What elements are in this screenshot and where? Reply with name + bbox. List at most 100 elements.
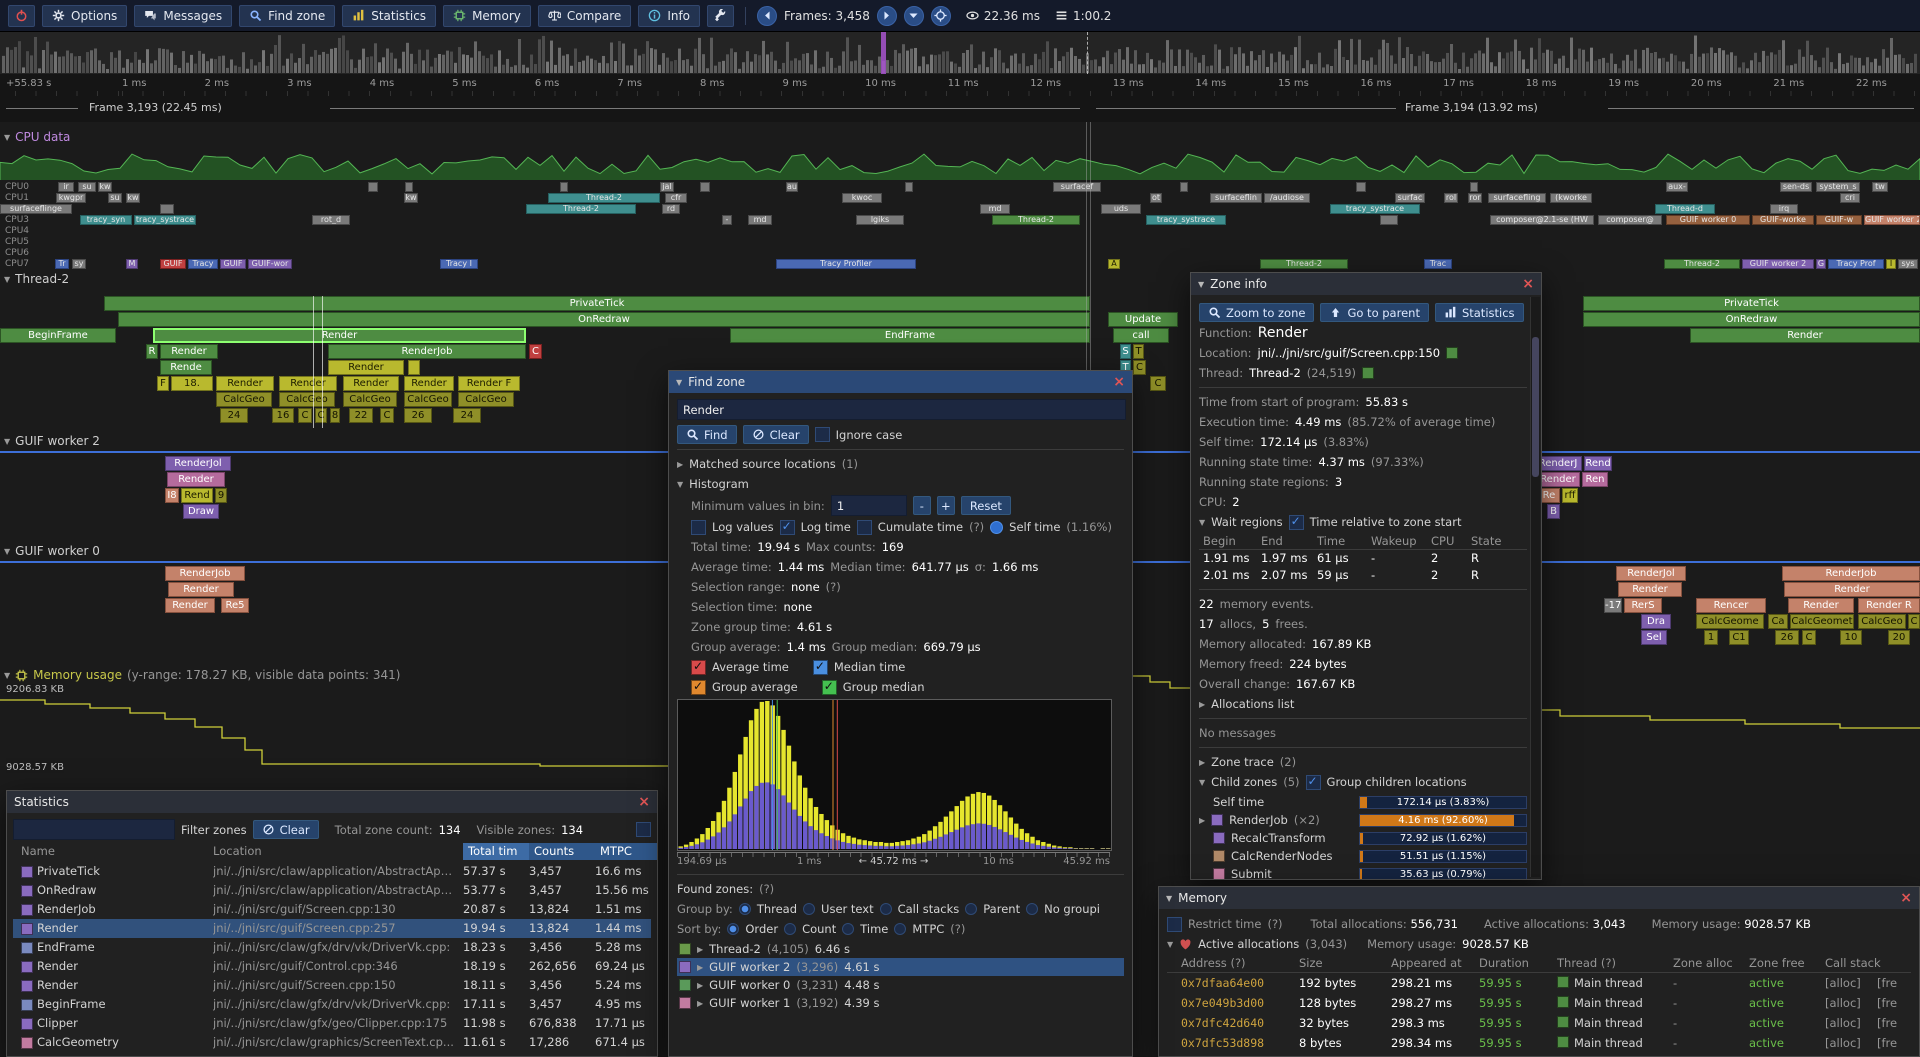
column-header-appeared-at[interactable]: Appeared at bbox=[1391, 955, 1462, 972]
median-time-checkbox[interactable] bbox=[813, 660, 828, 675]
column-header-call-stack[interactable]: Call stack bbox=[1825, 955, 1881, 972]
frame-marker[interactable] bbox=[881, 32, 886, 74]
frame-label-3194[interactable]: Frame 3,194 (13.92 ms) bbox=[1398, 101, 1545, 114]
next-frame-button[interactable] bbox=[877, 6, 897, 26]
table-row[interactable]: Renderjni/../jni/src/guif/Screen.cpp:150… bbox=[13, 976, 651, 995]
allocation-row[interactable]: 0x7dfc53d8988 bytes298.34 ms59.95 sMain … bbox=[1167, 1033, 1911, 1053]
histogram-chart[interactable] bbox=[677, 699, 1112, 851]
group-by-thread-radio[interactable] bbox=[739, 903, 751, 915]
free-callstack-link[interactable]: [fre bbox=[1877, 1013, 1897, 1033]
table-row[interactable]: Renderjni/../jni/src/guif/Screen.cpp:257… bbox=[13, 919, 651, 938]
table-row[interactable]: Clipperjni/../jni/src/claw/gfx/geo/Clipp… bbox=[13, 1014, 651, 1033]
sort-by-count-radio[interactable] bbox=[784, 923, 796, 935]
collapse-icon[interactable]: ▼ bbox=[1166, 894, 1172, 903]
table-row[interactable]: Renderjni/../jni/src/guif/Control.cpp:34… bbox=[13, 957, 651, 976]
find-zone-search-input[interactable] bbox=[677, 399, 1126, 420]
scrollbar-thumb[interactable] bbox=[1532, 337, 1539, 477]
child-zone-row[interactable]: Self time172.14 µs (3.83%) bbox=[1199, 793, 1527, 811]
alloc-callstack-link[interactable]: [alloc] bbox=[1825, 993, 1861, 1013]
found-zone-group[interactable]: ▶Thread-2(4,105)6.46 s bbox=[677, 940, 1124, 958]
decrement-button[interactable]: - bbox=[913, 496, 931, 515]
column-header-thread[interactable]: Thread (?) bbox=[1557, 955, 1616, 972]
relative-time-checkbox[interactable] bbox=[1289, 515, 1304, 530]
expand-icon[interactable]: ▶ bbox=[697, 963, 703, 972]
allocations-list-header[interactable]: ▶Allocations list bbox=[1199, 695, 1527, 713]
allocation-row[interactable]: 0x7dfc42d64032 bytes298.3 ms59.95 sMain … bbox=[1167, 1013, 1911, 1033]
zone-trace-header[interactable]: ▶Zone trace(2) bbox=[1199, 753, 1527, 771]
close-icon[interactable]: × bbox=[1113, 375, 1125, 389]
collapse-icon[interactable]: ▼ bbox=[1198, 280, 1204, 289]
table-row[interactable]: PrivateTickjni/../jni/src/claw/applicati… bbox=[13, 862, 651, 881]
child-zones-header[interactable]: ▼ Child zones(5) Group children location… bbox=[1199, 773, 1527, 791]
statistics-button[interactable]: Statistics bbox=[342, 5, 436, 27]
find-button[interactable]: Find bbox=[677, 425, 737, 444]
matched-source-locations[interactable]: ▶ Matched source locations(1) bbox=[677, 455, 1124, 473]
allocation-row[interactable]: 0x7dfaa64e00192 bytes298.21 ms59.95 sMai… bbox=[1167, 973, 1911, 993]
compare-button[interactable]: Compare bbox=[538, 5, 631, 27]
go-to-parent-button[interactable]: Go to parent bbox=[1320, 303, 1429, 322]
wait-regions-header[interactable]: ▼ Wait regions Time relative to zone sta… bbox=[1199, 513, 1527, 531]
found-zone-group[interactable]: ▶GUIF worker 1(3,192)4.39 s bbox=[677, 994, 1124, 1012]
zone-info-titlebar[interactable]: ▼ Zone info × bbox=[1191, 273, 1541, 295]
stats-option-checkbox[interactable] bbox=[636, 822, 651, 837]
clear-button[interactable]: Clear bbox=[743, 425, 809, 444]
zoom-to-zone-button[interactable]: Zoom to zone bbox=[1199, 303, 1314, 322]
clear-filter-button[interactable]: Clear bbox=[253, 820, 319, 839]
table-row[interactable]: EndFramejni/../jni/src/claw/gfx/drv/vk/D… bbox=[13, 938, 651, 957]
group-children-checkbox[interactable] bbox=[1306, 775, 1321, 790]
frame-set-dropdown-button[interactable] bbox=[904, 6, 924, 26]
zone-location[interactable]: jni/../jni/src/guif/Screen.cpp:150 bbox=[1258, 346, 1441, 360]
wait-table-row[interactable]: 1.91 ms1.97 ms61 µs-2R bbox=[1199, 550, 1527, 567]
time-ruler[interactable]: +55.83 s 1 ms2 ms3 ms4 ms5 ms6 ms7 ms8 m… bbox=[0, 74, 1920, 97]
table-row[interactable]: RenderJobjni/../jni/src/guif/Screen.cpp:… bbox=[13, 900, 651, 919]
table-row[interactable]: BeginFramejni/../jni/src/claw/gfx/drv/vk… bbox=[13, 995, 651, 1014]
info-button[interactable]: Info bbox=[638, 5, 700, 27]
column-header[interactable]: Wakeup bbox=[1371, 533, 1417, 549]
free-callstack-link[interactable]: [fre bbox=[1877, 1033, 1897, 1053]
child-zone-row[interactable]: ▶RenderJob(×2)4.16 ms (92.60%) bbox=[1199, 811, 1527, 829]
child-zone-row[interactable]: RecalcTransform72.92 µs (1.62%) bbox=[1199, 829, 1527, 847]
tools-button[interactable] bbox=[707, 5, 734, 27]
group-by-call-stacks-radio[interactable] bbox=[880, 903, 892, 915]
found-zone-group[interactable]: ▶GUIF worker 2(3,296)4.61 s bbox=[677, 958, 1124, 976]
restrict-time-checkbox[interactable] bbox=[1167, 917, 1182, 932]
alloc-callstack-link[interactable]: [alloc] bbox=[1825, 1033, 1861, 1053]
column-header[interactable]: State bbox=[1471, 533, 1501, 549]
expand-icon[interactable]: ▶ bbox=[1199, 816, 1205, 825]
alloc-callstack-link[interactable]: [alloc] bbox=[1825, 973, 1861, 993]
group-by-no-groupi-radio[interactable] bbox=[1026, 903, 1038, 915]
sort-by-order-radio[interactable] bbox=[727, 923, 739, 935]
allocation-row[interactable]: 0x7e049b3d00128 bytes298.27 ms59.95 sMai… bbox=[1167, 993, 1911, 1013]
messages-button[interactable]: Messages bbox=[134, 5, 232, 27]
column-header-zone-free[interactable]: Zone free bbox=[1749, 955, 1805, 972]
cumulate-time-checkbox[interactable] bbox=[857, 520, 872, 535]
close-icon[interactable]: × bbox=[1522, 277, 1534, 291]
wait-table-row[interactable]: 2.01 ms2.07 ms59 µs-2R bbox=[1199, 567, 1527, 584]
group-average-checkbox[interactable] bbox=[691, 680, 706, 695]
memory-titlebar[interactable]: ▼ Memory × bbox=[1159, 887, 1919, 909]
column-header-mtpc[interactable]: MTPC bbox=[595, 843, 658, 860]
child-zone-row[interactable]: Submit35.63 µs (0.79%) bbox=[1199, 865, 1527, 880]
sort-by-mtpc-radio[interactable] bbox=[894, 923, 906, 935]
table-row[interactable]: CalcGeometryjni/../jni/src/claw/graphics… bbox=[13, 1033, 651, 1052]
memory-button[interactable]: Memory bbox=[443, 5, 531, 27]
expand-icon[interactable]: ▶ bbox=[697, 981, 703, 990]
average-time-checkbox[interactable] bbox=[691, 660, 706, 675]
log-time-checkbox[interactable] bbox=[780, 520, 795, 535]
options-button[interactable]: Options bbox=[42, 5, 127, 27]
column-header-counts[interactable]: Counts bbox=[529, 843, 599, 860]
column-header[interactable]: End bbox=[1261, 533, 1283, 549]
histogram-section-header[interactable]: ▼ Histogram bbox=[677, 475, 1124, 493]
active-allocations-header[interactable]: ▼ Active allocations (3,043) Memory usag… bbox=[1167, 935, 1911, 953]
increment-button[interactable]: + bbox=[937, 496, 955, 515]
scrollbar-track[interactable] bbox=[1530, 297, 1540, 877]
log-values-checkbox[interactable] bbox=[691, 520, 706, 535]
min-bin-input[interactable] bbox=[831, 495, 907, 516]
column-header-name[interactable]: Name bbox=[21, 842, 206, 861]
find-zone-button[interactable]: Find zone bbox=[239, 5, 335, 27]
column-header[interactable]: Begin bbox=[1203, 533, 1236, 549]
column-header-location[interactable]: Location bbox=[213, 842, 456, 861]
column-header-duration[interactable]: Duration bbox=[1479, 955, 1529, 972]
column-header[interactable]: CPU bbox=[1431, 533, 1454, 549]
group-by-user-text-radio[interactable] bbox=[803, 903, 815, 915]
